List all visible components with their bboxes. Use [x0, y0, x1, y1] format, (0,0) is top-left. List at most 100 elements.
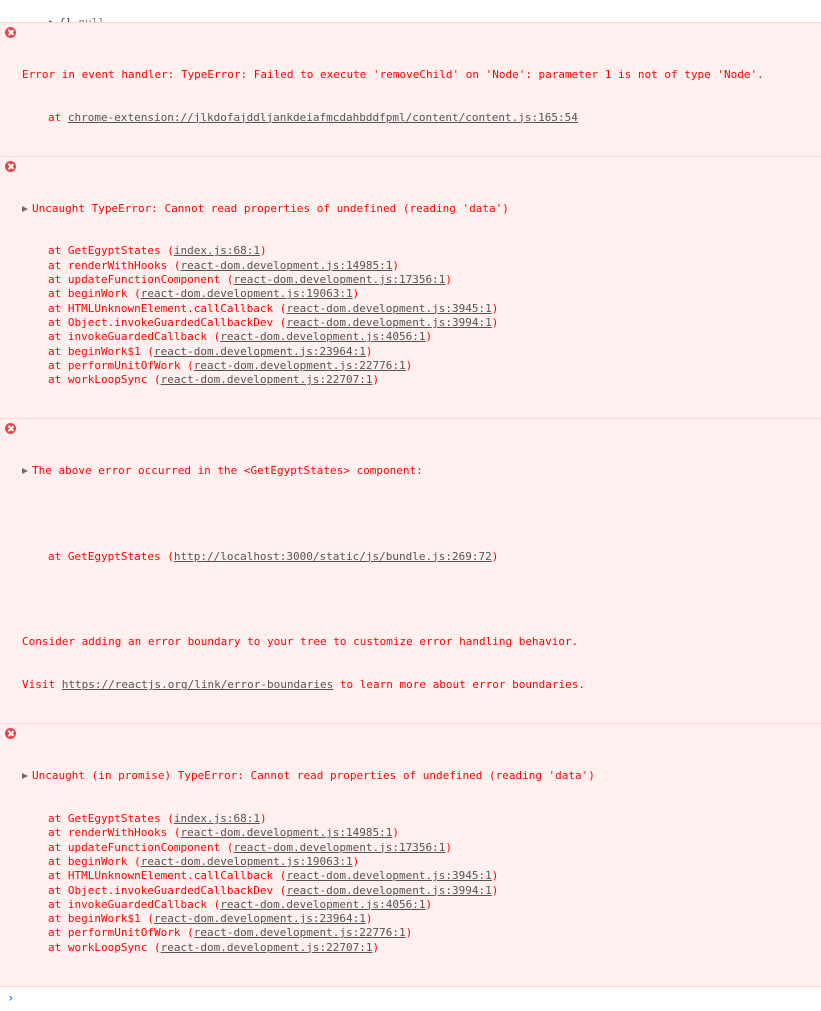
stack-frame: at performUnitOfWork (react-dom.developm…: [48, 358, 413, 372]
stack-frame: at Object.invokeGuardedCallbackDev (reac…: [48, 883, 499, 897]
stack-frame: at GetEgyptStates (index.js:68:1): [48, 812, 267, 826]
frame-at: at: [48, 854, 68, 868]
stack-frame: at beginWork$1 (react-dom.development.js…: [48, 344, 373, 358]
error-icon: [5, 160, 16, 172]
frame-at: at: [48, 840, 68, 854]
stack-frame: at beginWork (react-dom.development.js:1…: [48, 287, 360, 301]
source-link[interactable]: react-dom.development.js:22707:1: [161, 941, 373, 954]
frame-at: at: [48, 287, 68, 301]
error-text: Uncaught TypeError: Cannot read properti…: [32, 201, 509, 215]
frame-function: Object.invokeGuardedCallbackDev: [67, 883, 274, 897]
stack-frame: at beginWork$1 (react-dom.development.js…: [48, 912, 373, 926]
frame-at: at: [48, 330, 68, 344]
expand-triangle-icon[interactable]: [22, 205, 28, 212]
source-link[interactable]: index.js:68:1: [174, 812, 260, 825]
source-link[interactable]: react-dom.development.js:23964:1: [154, 345, 366, 358]
frame-at: at: [48, 940, 68, 954]
frame-function: workLoopSync: [67, 940, 148, 954]
source-link[interactable]: react-dom.development.js:4056:1: [220, 330, 425, 343]
source-link[interactable]: react-dom.development.js:3994:1: [286, 884, 491, 897]
source-link[interactable]: react-dom.development.js:4056:1: [220, 898, 425, 911]
error-boundaries-link[interactable]: https://reactjs.org/link/error-boundarie…: [62, 678, 334, 691]
frame-at: at: [48, 912, 68, 926]
error-summary[interactable]: Uncaught (in promise) TypeError: Cannot …: [22, 769, 815, 783]
source-link[interactable]: index.js:68:1: [174, 244, 260, 257]
frame-at: at: [48, 549, 68, 563]
frame-at: at: [48, 258, 68, 272]
advice-text-2: Visit https://reactjs.org/link/error-bou…: [22, 678, 815, 692]
frame-function: renderWithHooks: [67, 258, 168, 272]
stack-frame: at renderWithHooks (react-dom.developmen…: [48, 258, 400, 272]
stack-frame: at invokeGuardedCallback (react-dom.deve…: [48, 897, 433, 911]
frame-function: beginWork$1: [67, 344, 141, 358]
advice-text: Consider adding an error boundary to you…: [22, 635, 579, 649]
frame-at: at: [48, 869, 68, 883]
advice-suffix: to learn more about error boundaries.: [333, 678, 585, 692]
source-link[interactable]: react-dom.development.js:3945:1: [286, 869, 491, 882]
frame-at: at: [48, 344, 68, 358]
stack-frame: at invokeGuardedCallback (react-dom.deve…: [48, 330, 433, 344]
source-link[interactable]: react-dom.development.js:14985:1: [180, 259, 392, 272]
stack-frame: at HTMLUnknownElement.callCallback (reac…: [48, 869, 499, 883]
source-link[interactable]: react-dom.development.js:17356:1: [233, 841, 445, 854]
prompt-chevron-icon: ›: [7, 990, 15, 1005]
frame-function: performUnitOfWork: [67, 926, 181, 940]
source-link[interactable]: react-dom.development.js:22707:1: [161, 373, 373, 386]
source-link[interactable]: react-dom.development.js:23964:1: [154, 912, 366, 925]
frame-at: at: [48, 897, 68, 911]
console-error-message: The above error occurred in the <GetEgyp…: [0, 418, 821, 725]
stack-trace: at GetEgyptStates (index.js:68:1) at rend…: [22, 244, 815, 387]
source-link[interactable]: react-dom.development.js:22776:1: [194, 926, 406, 939]
frame-function: invokeGuardedCallback: [67, 330, 207, 344]
frame-at: at: [48, 110, 68, 124]
devtools-console: {} null Error in event handler: TypeErro…: [0, 0, 821, 1011]
frame-function: HTMLUnknownElement.callCallback: [67, 301, 274, 315]
stack-frame: at workLoopSync (react-dom.development.j…: [48, 373, 380, 387]
source-link[interactable]: react-dom.development.js:14985:1: [180, 826, 392, 839]
error-icon: [5, 423, 16, 435]
stack-frame: at updateFunctionComponent (react-dom.de…: [48, 840, 452, 854]
frame-at: at: [48, 358, 68, 372]
source-link[interactable]: react-dom.development.js:3994:1: [286, 316, 491, 329]
stack-frame: at performUnitOfWork (react-dom.developm…: [48, 926, 413, 940]
error-summary[interactable]: The above error occurred in the <GetEgyp…: [22, 464, 815, 478]
frame-at: at: [48, 926, 68, 940]
expand-triangle-icon[interactable]: [22, 773, 28, 780]
source-link[interactable]: react-dom.development.js:19063:1: [141, 855, 353, 868]
error-summary[interactable]: Uncaught TypeError: Cannot read properti…: [22, 202, 815, 216]
frame-function: beginWork$1: [67, 912, 141, 926]
frame-function: GetEgyptStates: [67, 549, 161, 563]
source-link[interactable]: react-dom.development.js:19063:1: [141, 287, 353, 300]
expand-triangle-icon[interactable]: [22, 467, 28, 474]
source-link[interactable]: react-dom.development.js:22776:1: [194, 359, 406, 372]
console-log-row[interactable]: {} null: [0, 0, 821, 29]
frame-function: GetEgyptStates: [67, 812, 161, 826]
frame-at: at: [48, 826, 68, 840]
console-error-message: Error in event handler: TypeError: Faile…: [0, 22, 821, 157]
source-link[interactable]: http://localhost:3000/static/js/bundle.j…: [174, 550, 492, 563]
frame-at: at: [48, 883, 68, 897]
frame-at: at: [48, 373, 68, 387]
error-icon: [5, 27, 16, 38]
frame-function: beginWork: [67, 287, 128, 301]
stack-frame: at Object.invokeGuardedCallbackDev (reac…: [48, 315, 499, 329]
source-link[interactable]: react-dom.development.js:3945:1: [286, 302, 491, 315]
frame-at: at: [48, 315, 68, 329]
error-text: Uncaught (in promise) TypeError: Cannot …: [32, 769, 595, 783]
error-text: The above error occurred in the <GetEgyp…: [32, 463, 423, 477]
source-link[interactable]: react-dom.development.js:17356:1: [233, 273, 445, 286]
stack-frame: at updateFunctionComponent (react-dom.de…: [48, 273, 452, 287]
frame-function: updateFunctionComponent: [67, 273, 221, 287]
console-error-message: Uncaught (in promise) TypeError: Cannot …: [0, 723, 821, 987]
frame-function: Object.invokeGuardedCallbackDev: [67, 315, 274, 329]
frame-function: GetEgyptStates: [67, 244, 161, 258]
frame-function: workLoopSync: [67, 373, 148, 387]
frame-at: at: [48, 812, 68, 826]
source-link[interactable]: chrome-extension://jlkdofajddljankdeiafm…: [68, 111, 578, 124]
frame-function: invokeGuardedCallback: [67, 897, 207, 911]
frame-at: at: [48, 273, 68, 287]
console-prompt[interactable]: ›: [0, 987, 821, 1011]
stack-frame: at renderWithHooks (react-dom.developmen…: [48, 826, 400, 840]
console-error-message: Uncaught TypeError: Cannot read properti…: [0, 155, 821, 420]
stack-frame: at beginWork (react-dom.development.js:1…: [48, 854, 360, 868]
